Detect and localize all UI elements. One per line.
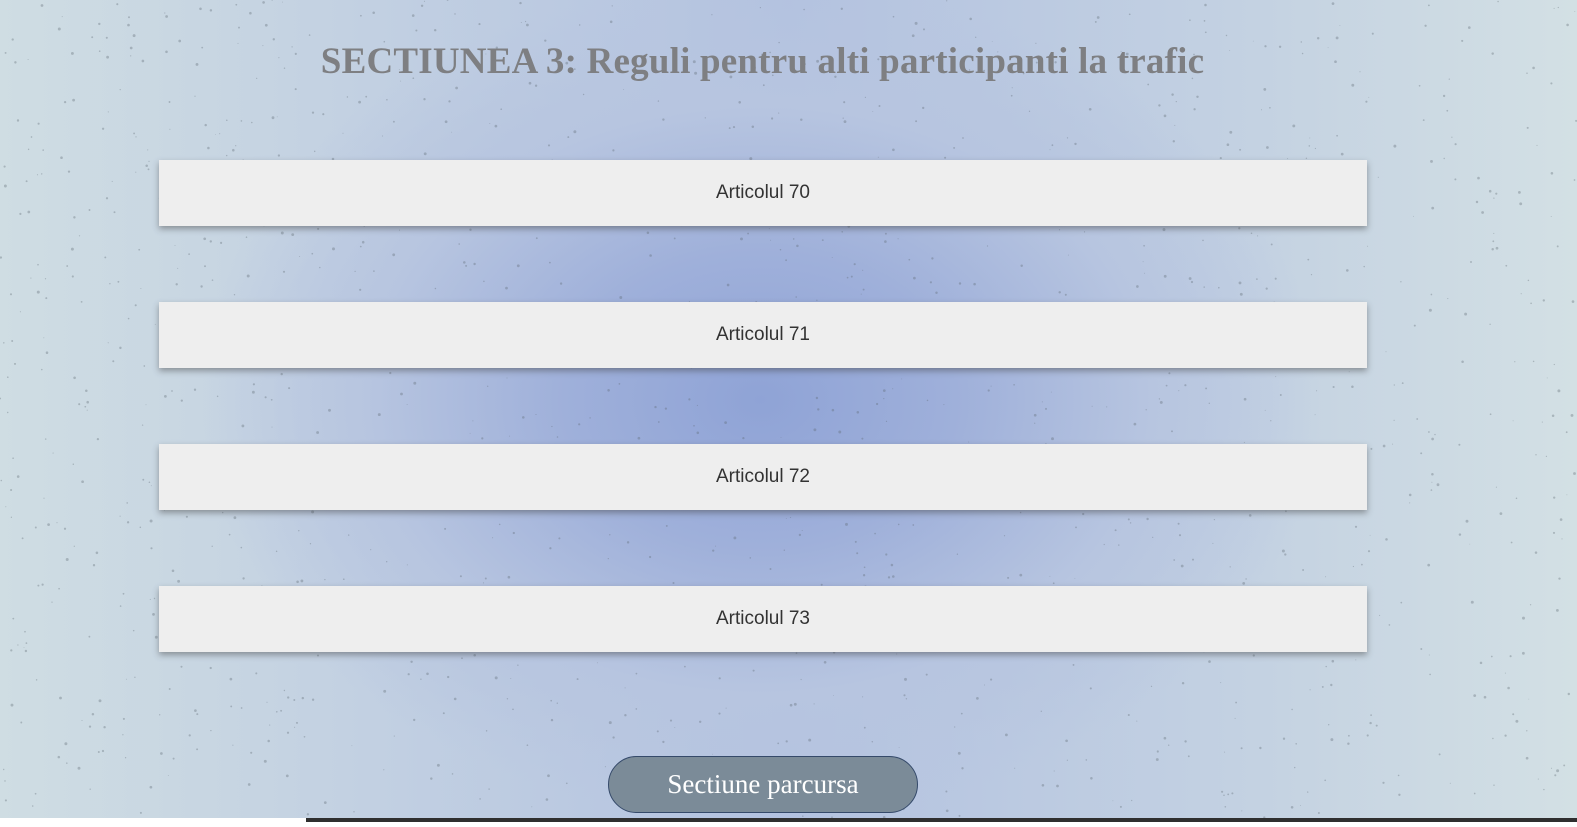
section-complete-button[interactable]: Sectiune parcursa [608,756,918,813]
scrollbar-thumb[interactable] [306,818,1577,822]
article-item-71[interactable]: Articolul 71 [159,302,1367,368]
article-item-72[interactable]: Articolul 72 [159,444,1367,510]
article-item-73[interactable]: Articolul 73 [159,586,1367,652]
page-title: SECTIUNEA 3: Reguli pentru alti particip… [320,41,1205,82]
speckled-background [0,0,1577,819]
article-item-70[interactable]: Articolul 70 [159,160,1367,226]
bottom-scroll-bar [0,818,1577,827]
